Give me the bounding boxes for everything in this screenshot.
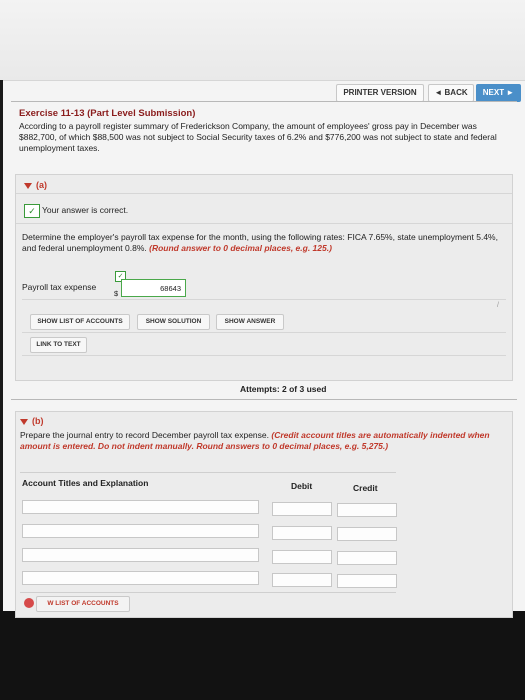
next-button[interactable]: NEXT ► bbox=[476, 84, 521, 102]
part-b-question-text: Prepare the journal entry to record Dece… bbox=[20, 430, 269, 440]
debit-input[interactable] bbox=[272, 526, 332, 540]
buttons-divider bbox=[22, 299, 506, 300]
show-solution-button[interactable]: SHOW SOLUTION bbox=[137, 314, 210, 330]
part-b-label: (b) bbox=[32, 416, 44, 426]
credit-input[interactable] bbox=[337, 503, 397, 517]
part-a-toggle[interactable]: (a) bbox=[24, 180, 47, 190]
part-a-label: (a) bbox=[36, 180, 47, 190]
credit-input[interactable] bbox=[337, 551, 397, 565]
part-a-divider bbox=[16, 193, 512, 194]
attempts-divider bbox=[22, 355, 506, 356]
parts-divider bbox=[11, 399, 517, 400]
part-b-panel: (b) Prepare the journal entry to record … bbox=[15, 411, 513, 618]
show-list-of-accounts-button[interactable]: SHOW LIST OF ACCOUNTS bbox=[30, 314, 130, 330]
account-title-input[interactable] bbox=[22, 524, 259, 538]
checkmark-icon: ✓ bbox=[24, 204, 40, 218]
header-divider bbox=[11, 101, 517, 102]
resize-icon[interactable]: / bbox=[497, 302, 499, 309]
account-titles-header: Account Titles and Explanation bbox=[22, 478, 149, 488]
exercise-description: According to a payroll register summary … bbox=[19, 121, 497, 153]
show-list-of-accounts-button-b[interactable]: W LIST OF ACCOUNTS bbox=[36, 596, 130, 612]
credit-header: Credit bbox=[353, 483, 378, 493]
link-to-text-button[interactable]: LINK TO TEXT bbox=[30, 337, 87, 353]
exercise-title: Exercise 11-13 (Part Level Submission) bbox=[19, 108, 196, 119]
collapse-triangle-icon bbox=[24, 182, 32, 189]
toolbar: PRINTER VERSION ◄ BACK NEXT ► bbox=[3, 81, 525, 103]
link-divider bbox=[22, 332, 506, 333]
back-button[interactable]: ◄ BACK bbox=[428, 84, 474, 102]
debit-input[interactable] bbox=[272, 573, 332, 587]
currency-symbol: $ bbox=[114, 289, 119, 298]
journal-bottom-divider bbox=[20, 592, 396, 593]
collapse-triangle-icon bbox=[20, 418, 28, 425]
show-answer-button[interactable]: SHOW ANSWER bbox=[216, 314, 284, 330]
feedback-divider bbox=[16, 223, 512, 224]
part-a-instruction: (Round answer to 0 decimal places, e.g. … bbox=[149, 243, 332, 253]
part-b-toggle[interactable]: (b) bbox=[20, 416, 44, 426]
background-top bbox=[0, 0, 525, 80]
debit-input[interactable] bbox=[272, 502, 332, 516]
account-title-input[interactable] bbox=[22, 571, 259, 585]
part-b-question: Prepare the journal entry to record Dece… bbox=[20, 430, 494, 452]
journal-top-divider bbox=[20, 472, 396, 473]
debit-header: Debit bbox=[291, 481, 313, 491]
part-a-panel: (a) ✓ Your answer is correct. Determine … bbox=[15, 174, 513, 381]
credit-input[interactable] bbox=[337, 574, 397, 588]
account-title-input[interactable] bbox=[22, 548, 259, 562]
part-a-question: Determine the employer's payroll tax exp… bbox=[22, 232, 506, 254]
attempts-text: Attempts: 2 of 3 used bbox=[240, 384, 327, 394]
credit-input[interactable] bbox=[337, 527, 397, 541]
payroll-tax-label: Payroll tax expense bbox=[22, 282, 97, 292]
debit-input[interactable] bbox=[272, 550, 332, 564]
exercise-page: PRINTER VERSION ◄ BACK NEXT ► Exercise 1… bbox=[3, 80, 525, 618]
payroll-tax-expense-input[interactable]: 68643 bbox=[121, 279, 186, 297]
printer-version-button[interactable]: PRINTER VERSION bbox=[336, 84, 424, 102]
correct-message: Your answer is correct. bbox=[42, 205, 129, 215]
account-title-input[interactable] bbox=[22, 500, 259, 514]
list-accounts-icon bbox=[24, 598, 34, 608]
